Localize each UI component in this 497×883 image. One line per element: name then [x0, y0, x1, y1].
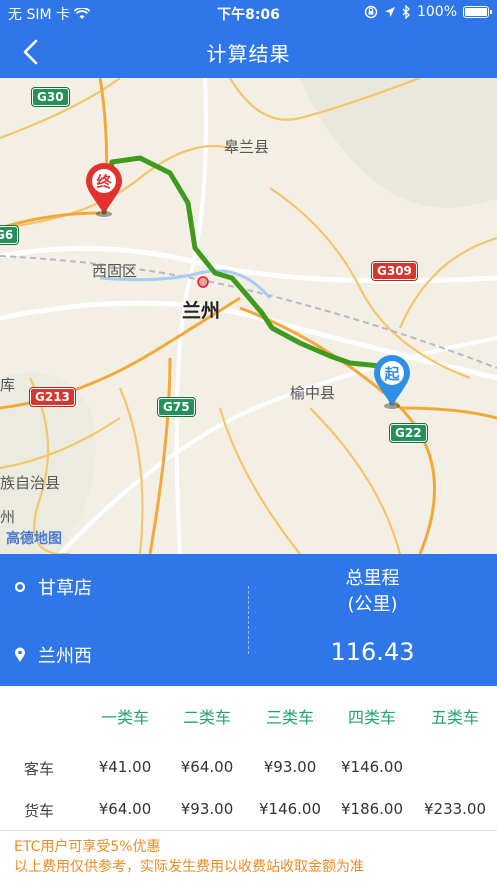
end-marker-label: 终 — [96, 173, 112, 191]
origin-row: 甘草店 — [14, 574, 92, 600]
fee-cell: ¥93.00 — [180, 800, 234, 818]
map-label-yuzhong: 榆中县 — [290, 384, 336, 402]
page-title: 计算结果 — [206, 42, 291, 66]
road-shield-g6: G6 — [0, 225, 20, 245]
road-shield-g30: G30 — [31, 87, 70, 107]
fee-cell: ¥146.00 — [340, 758, 404, 776]
status-bar: 无 SIM 卡 下午8:06 100% — [0, 0, 497, 26]
location-arrow-icon — [384, 7, 395, 17]
fee-header-class4: 四类车 — [347, 708, 396, 727]
nav-bar: 计算结果 — [0, 26, 497, 78]
map-label-xigu: 西固区 — [92, 262, 138, 280]
distance-value: 116.43 — [330, 638, 415, 666]
top-bar: 无 SIM 卡 下午8:06 100% 计算结果 — [0, 0, 497, 78]
battery-percent: 100% — [416, 4, 457, 20]
map-label-edge: 州 — [0, 508, 16, 526]
battery-icon — [463, 6, 492, 18]
destination-pin-icon — [15, 647, 25, 662]
road-shield-g309: G309 — [371, 261, 418, 281]
end-marker[interactable]: 终 — [84, 162, 124, 220]
destination-row: 兰州西 — [14, 642, 92, 668]
etc-discount-note: ETC用户可享受5%优惠 — [14, 839, 161, 855]
road-shield-g213: G213 — [29, 387, 76, 407]
disclaimer-note: 以上费用仅供参考，实际发生费用以收费站收取金额为准 — [14, 859, 364, 875]
fee-cell: ¥93.00 — [263, 758, 317, 776]
rotation-lock-icon — [364, 5, 378, 19]
route-summary: 甘草店 兰州西 总里程 (公里) 116.43 — [0, 554, 497, 686]
road-shield-g75: G75 — [157, 397, 196, 417]
table-row-passenger: 客车 ¥41.00 ¥64.00 ¥93.00 ¥146.00 — [0, 758, 497, 788]
fee-cell: ¥233.00 — [423, 800, 487, 818]
distance-label-unit: (公里) — [347, 594, 398, 615]
distance-label-title: 总里程 — [345, 568, 400, 589]
map-label-autonomous: 族自治县 — [0, 474, 61, 492]
origin-circle-icon — [14, 581, 26, 593]
fee-cell: ¥146.00 — [258, 800, 322, 818]
fee-cell: ¥41.00 — [98, 758, 152, 776]
route-map[interactable]: 皋兰县 西固区 兰州 榆中县 族自治县 州 库 G30 G6 G309 G213… — [0, 78, 497, 554]
distance-label: 总里程 (公里) — [248, 566, 497, 618]
fee-cell: ¥186.00 — [340, 800, 404, 818]
fee-header-class5: 五类车 — [430, 708, 479, 727]
origin-name: 甘草店 — [38, 578, 92, 599]
map-label-lanzhou: 兰州 — [182, 300, 221, 322]
row-label-passenger: 客车 — [24, 760, 55, 778]
map-label-gaolan: 皋兰县 — [224, 138, 270, 156]
fee-cell: ¥64.00 — [98, 800, 152, 818]
row-label-truck: 货车 — [24, 802, 55, 820]
destination-name: 兰州西 — [38, 646, 92, 667]
fee-header-row: 一类车 二类车 三类车 四类车 五类车 — [0, 704, 497, 734]
start-marker[interactable]: 起 — [372, 354, 412, 412]
map-provider-logo: 高德地图 — [6, 531, 62, 547]
road-shield-g22: G22 — [389, 423, 428, 443]
fee-notice: ETC用户可享受5%优惠 以上费用仅供参考，实际发生费用以收费站收取金额为准 — [0, 830, 497, 883]
bluetooth-icon — [402, 5, 410, 19]
table-row-truck: 货车 ¥64.00 ¥93.00 ¥146.00 ¥186.00 ¥233.00 — [0, 800, 497, 830]
toll-fee-table: 一类车 二类车 三类车 四类车 五类车 客车 ¥41.00 ¥64.00 ¥93… — [0, 686, 497, 830]
start-marker-label: 起 — [384, 365, 400, 383]
fee-header-class1: 一类车 — [100, 708, 149, 727]
map-label-edge2: 库 — [0, 376, 16, 394]
fee-header-class3: 三类车 — [265, 708, 314, 727]
fee-header-class2: 二类车 — [182, 708, 231, 727]
fee-cell: ¥64.00 — [180, 758, 234, 776]
